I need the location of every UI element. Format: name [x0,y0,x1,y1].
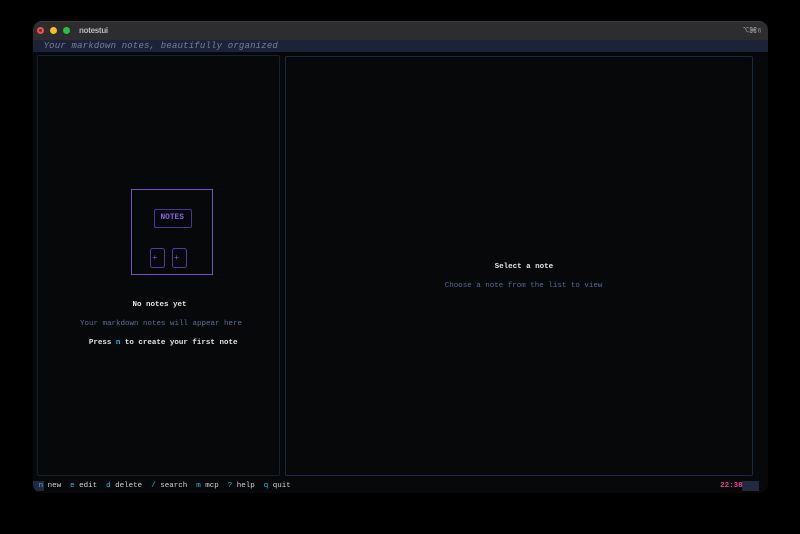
svg-text:6: 6 [758,28,762,33]
